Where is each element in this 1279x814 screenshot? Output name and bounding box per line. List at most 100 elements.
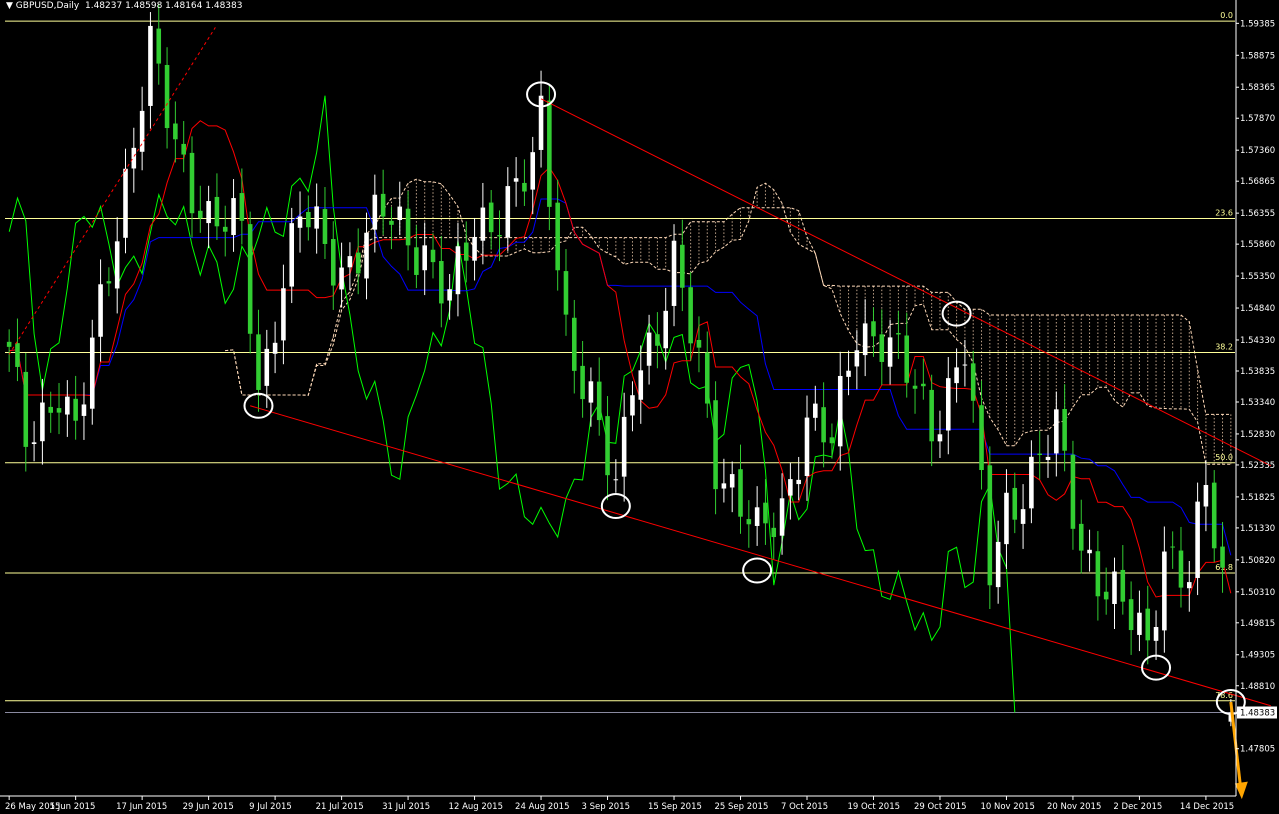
candle-body (513, 178, 519, 182)
candle-body (306, 211, 311, 228)
price-tick-label: 1.52830 (1240, 430, 1275, 440)
candle (1145, 585, 1151, 665)
time-tick-label: 3 Sep 2015 (582, 802, 630, 812)
candle-body (65, 396, 70, 415)
time-tick-label: 10 Nov 2015 (980, 802, 1034, 812)
candle (480, 182, 486, 265)
candle (81, 382, 87, 440)
candle-body (879, 334, 885, 362)
candle (704, 331, 710, 418)
time-tick-label: 17 Jun 2015 (116, 802, 167, 812)
candle-body (31, 442, 37, 444)
candle (1029, 440, 1034, 524)
candle-body (721, 483, 727, 489)
price-tick-label: 1.48810 (1240, 682, 1275, 692)
candle (15, 318, 20, 382)
price-tick-label: 1.57870 (1240, 114, 1275, 124)
candle (1128, 581, 1134, 655)
candle-body (596, 381, 602, 421)
time-tick-label: 21 Jul 2015 (316, 802, 364, 812)
candle-body (729, 474, 735, 488)
candle (1211, 470, 1217, 563)
candle-body (281, 288, 286, 341)
symbol-label: GBPUSD,Daily (15, 1, 80, 11)
candle-body (979, 405, 984, 471)
candle-body (995, 541, 1001, 588)
candle (164, 47, 170, 149)
candle (31, 421, 37, 462)
fib-level-label: 38.2 (1215, 343, 1233, 352)
candle-body (1220, 546, 1225, 568)
candle-body (1211, 482, 1217, 549)
candle (214, 173, 220, 240)
candle (1162, 526, 1167, 653)
time-tick-label: 19 Oct 2015 (847, 802, 900, 812)
candle (1153, 610, 1159, 660)
candle-body (704, 352, 710, 404)
candle (380, 169, 386, 235)
candle (771, 512, 777, 560)
candle-body (222, 226, 228, 232)
candle-body (945, 378, 951, 431)
price-tick-label: 1.51330 (1240, 524, 1275, 534)
candle-body (738, 469, 743, 517)
candle-body (1020, 509, 1026, 524)
candle-body (347, 256, 353, 268)
candle (871, 307, 876, 357)
candle (1078, 499, 1084, 574)
candle (1045, 434, 1051, 478)
candle (813, 385, 818, 431)
candle (1103, 567, 1109, 615)
candle (1062, 384, 1067, 472)
candle-body (871, 321, 876, 337)
candle (231, 179, 236, 252)
candle-body (754, 507, 760, 526)
candle-body (239, 193, 245, 221)
candle (1012, 472, 1018, 534)
candle-body (680, 244, 685, 288)
candle (1004, 469, 1009, 569)
candle-body (655, 334, 660, 346)
down-arrow-head (1234, 781, 1248, 800)
candle-body (1004, 492, 1009, 545)
price-tick-label: 1.59385 (1240, 19, 1275, 29)
price-tick-label: 1.57360 (1240, 146, 1275, 156)
candle-body (638, 370, 644, 400)
candle-body (364, 232, 369, 279)
candle (954, 348, 959, 403)
candle (1054, 391, 1059, 477)
candle (896, 310, 901, 359)
candle (131, 127, 137, 193)
candle (347, 242, 353, 291)
candle-body (538, 95, 544, 150)
fibonacci-levels: 0.023.638.250.061.878.6 (5, 11, 1235, 702)
candle (854, 330, 860, 390)
candle (754, 486, 760, 546)
candle-body (846, 370, 851, 377)
price-tick-label: 1.47805 (1240, 745, 1275, 755)
ohlc-high: 1.48598 (125, 1, 163, 11)
candle (114, 217, 120, 314)
time-tick-label: 12 Aug 2015 (449, 802, 503, 812)
time-tick-label: 24 Aug 2015 (515, 802, 569, 812)
candle-body (788, 479, 793, 496)
candle (372, 174, 378, 253)
candle-body (322, 209, 328, 244)
price-tick-label: 1.49305 (1240, 651, 1275, 661)
candle-body (929, 389, 934, 442)
price-tick-label: 1.50310 (1240, 588, 1275, 598)
time-tick-label: 31 Jul 2015 (382, 802, 430, 812)
swing-marker (600, 492, 631, 519)
candle-body (954, 367, 959, 384)
candle-body (854, 350, 860, 367)
price-tick-label: 1.49815 (1240, 619, 1275, 629)
price-chart[interactable]: 0.023.638.250.061.878.61.593851.588751.5… (0, 0, 1279, 814)
candle (671, 224, 677, 327)
candle (555, 179, 560, 291)
candle-body (970, 363, 976, 401)
candle-body (439, 261, 444, 304)
candle-body (98, 284, 103, 337)
candle-body (588, 381, 594, 403)
candle-body (173, 123, 178, 140)
candle (655, 312, 660, 369)
